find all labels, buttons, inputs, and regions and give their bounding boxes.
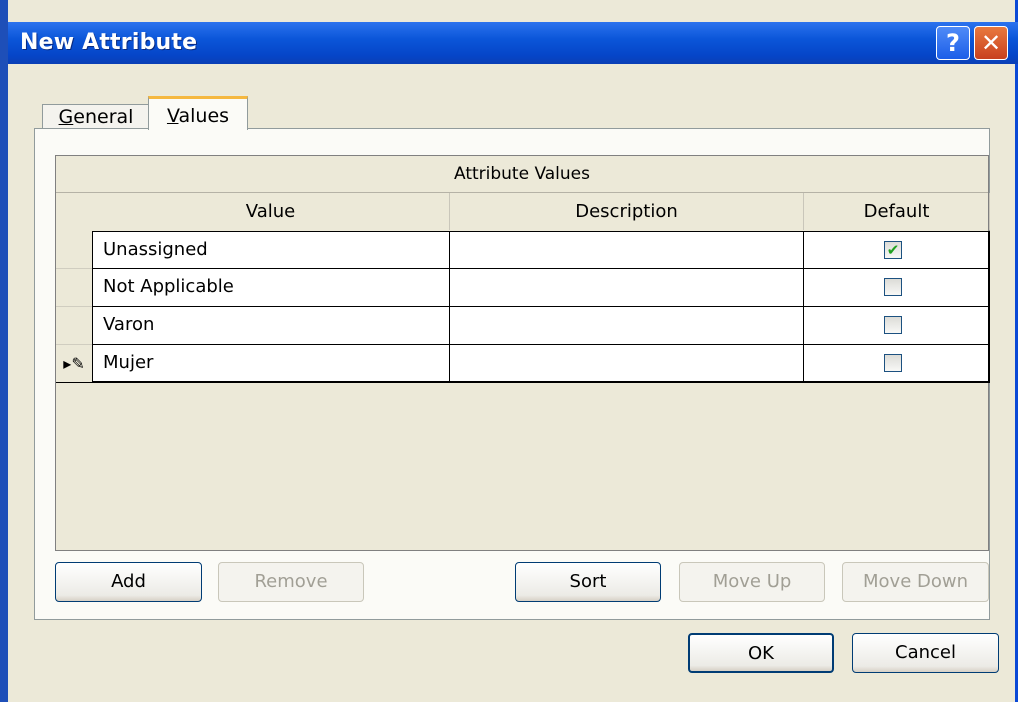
move-down-button[interactable]: Move Down <box>842 562 989 602</box>
row-selector[interactable] <box>56 269 92 307</box>
tab-values-accesskey: V <box>166 105 179 127</box>
table-row[interactable]: Unassigned ✔ <box>56 231 990 269</box>
help-button[interactable]: ? <box>936 26 970 60</box>
tab-general[interactable]: General <box>42 104 150 130</box>
value-cell[interactable]: Unassigned <box>92 231 450 269</box>
row-selector-editing-icon[interactable]: ▸✎ <box>56 345 92 383</box>
column-header-description[interactable]: Description <box>450 193 804 230</box>
default-checkbox[interactable] <box>884 316 902 334</box>
value-cell[interactable]: Varon <box>92 307 450 345</box>
default-checkbox-checked[interactable]: ✔ <box>884 241 902 259</box>
remove-button[interactable]: Remove <box>218 562 364 602</box>
description-cell[interactable] <box>450 231 804 269</box>
ok-button[interactable]: OK <box>688 633 834 673</box>
value-cell[interactable]: Mujer <box>92 345 450 383</box>
tab-values[interactable]: Values <box>148 96 248 130</box>
sort-button[interactable]: Sort <box>515 562 661 602</box>
description-cell[interactable] <box>450 269 804 307</box>
default-checkbox[interactable] <box>884 278 902 296</box>
attribute-values-grid: Attribute Values Value Description Defau… <box>55 155 990 551</box>
tab-general-accesskey: G <box>58 106 74 128</box>
add-button[interactable]: Add <box>55 562 202 602</box>
value-cell[interactable]: Not Applicable <box>92 269 450 307</box>
column-header-default[interactable]: Default <box>804 193 990 230</box>
table-row[interactable]: ▸✎ Mujer <box>56 345 990 383</box>
window-title: New Attribute <box>20 30 198 55</box>
table-row[interactable]: Varon <box>56 307 990 345</box>
description-cell[interactable] <box>450 307 804 345</box>
default-cell[interactable] <box>804 269 990 307</box>
default-checkbox[interactable] <box>884 354 902 372</box>
cancel-button[interactable]: Cancel <box>852 633 999 673</box>
close-button[interactable]: ✕ <box>974 26 1008 60</box>
grid-caption: Attribute Values <box>56 156 988 193</box>
title-bar[interactable]: New Attribute ? ✕ <box>8 22 1018 64</box>
table-row[interactable]: Not Applicable <box>56 269 990 307</box>
tab-values-label: alues <box>178 105 230 127</box>
tab-general-label: eneral <box>73 106 134 128</box>
column-header-value[interactable]: Value <box>92 193 450 230</box>
desktop-edge <box>0 0 8 702</box>
row-selector[interactable] <box>56 231 92 269</box>
description-cell[interactable] <box>450 345 804 383</box>
default-cell[interactable] <box>804 307 990 345</box>
default-cell[interactable]: ✔ <box>804 231 990 269</box>
row-selector[interactable] <box>56 307 92 345</box>
default-cell[interactable] <box>804 345 990 383</box>
move-up-button[interactable]: Move Up <box>679 562 825 602</box>
